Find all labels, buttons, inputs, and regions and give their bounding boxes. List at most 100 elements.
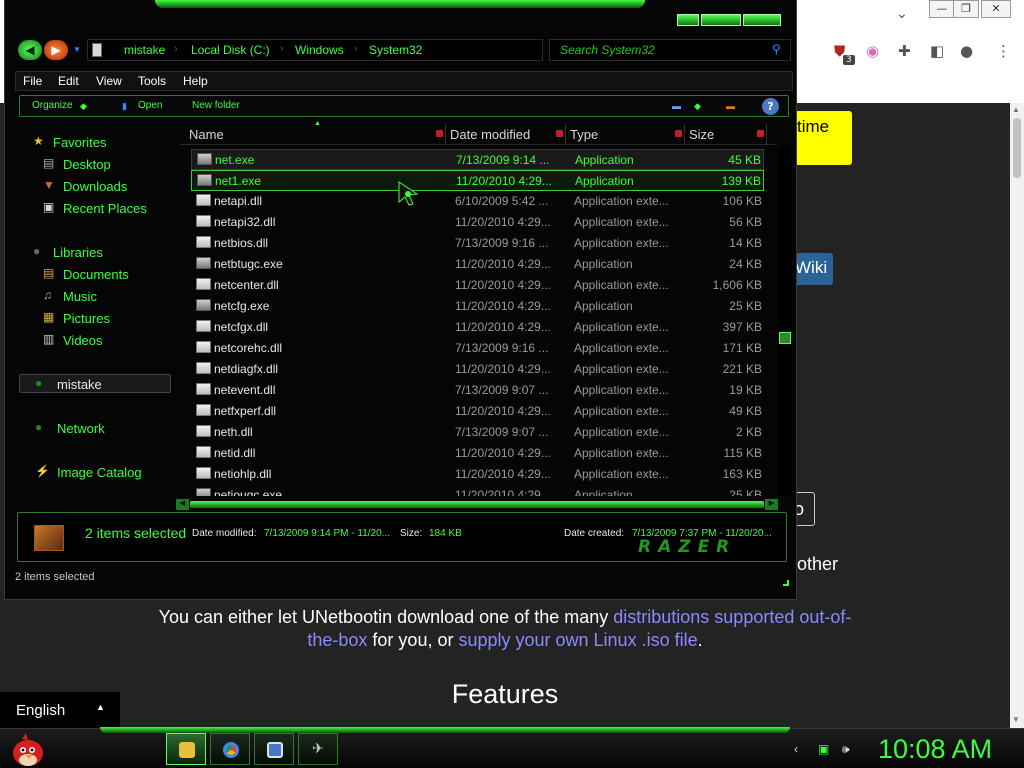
breadcrumb-mistake[interactable]: mistake xyxy=(124,43,165,57)
file-row[interactable]: netfxperf.dll 11/20/2010 4:29... Applicati… xyxy=(191,401,764,422)
explorer-minimize-button[interactable] xyxy=(677,14,699,26)
file-row[interactable]: neth.dll 7/13/2009 9:07 ... Application ex… xyxy=(191,422,764,443)
menu-help[interactable]: Help xyxy=(183,74,208,88)
column-name[interactable]: Name xyxy=(185,124,446,144)
file-row[interactable]: netevent.dll 7/13/2009 9:07 ... Applicatio… xyxy=(191,380,764,401)
language-selector[interactable]: English ▲ xyxy=(0,692,120,728)
menu-view[interactable]: View xyxy=(96,74,122,88)
recent-pages-dropdown-icon[interactable]: ▼ xyxy=(73,45,81,54)
resize-grip-icon[interactable] xyxy=(783,580,789,586)
file-row[interactable]: netdiagfx.dll 11/20/2010 4:29... Applicati… xyxy=(191,359,764,380)
nav-desktop[interactable]: Desktop xyxy=(63,157,111,172)
start-bird-icon[interactable] xyxy=(8,731,48,767)
breadcrumb-windows[interactable]: Windows xyxy=(295,43,344,57)
profile-icon[interactable]: ● xyxy=(960,42,973,60)
volume-icon[interactable]: 🕪 xyxy=(842,742,850,757)
nav-libraries[interactable]: Libraries xyxy=(53,245,103,260)
column-dropdown-icon[interactable] xyxy=(675,130,682,137)
column-dropdown-icon[interactable] xyxy=(757,130,764,137)
file-row[interactable]: netapi32.dll 11/20/2010 4:29... Applicatio… xyxy=(191,212,764,233)
taskbar-window-button[interactable] xyxy=(254,733,294,765)
page-scrollbar[interactable]: ▲ ▼ xyxy=(1010,103,1024,728)
tray-overflow-icon[interactable]: ‹ xyxy=(794,742,798,756)
maximize-button[interactable]: ❐ xyxy=(953,0,979,18)
explorer-close-button[interactable] xyxy=(743,14,781,26)
side-panel-icon[interactable]: ◧ xyxy=(930,42,944,60)
nav-pictures[interactable]: Pictures xyxy=(63,311,110,326)
vscroll-thumb[interactable] xyxy=(779,332,791,344)
back-arrow-icon[interactable]: ◀ xyxy=(18,40,42,60)
close-button[interactable]: ✕ xyxy=(981,0,1011,18)
kebab-menu-icon[interactable]: ⋮ xyxy=(996,42,1011,60)
file-row[interactable]: netcenter.dll 11/20/2010 4:29... Applicati… xyxy=(191,275,764,296)
nav-image-catalog[interactable]: Image Catalog xyxy=(57,465,142,480)
column-type[interactable]: Type xyxy=(566,124,685,144)
file-row[interactable]: netcfgx.dll 11/20/2010 4:29... Application… xyxy=(191,317,764,338)
new-folder-button[interactable]: New folder xyxy=(192,100,240,111)
column-dropdown-icon[interactable] xyxy=(556,130,563,137)
scroll-right-icon[interactable]: ▶ xyxy=(765,499,778,510)
taskbar-explorer-button[interactable] xyxy=(166,733,206,765)
minimize-button[interactable]: — xyxy=(929,0,955,18)
nav-network[interactable]: Network xyxy=(57,421,105,436)
search-icon[interactable]: ⚲ xyxy=(772,42,781,56)
help-icon[interactable]: ? xyxy=(762,98,779,115)
scroll-down-icon[interactable]: ▼ xyxy=(1012,715,1020,724)
file-row[interactable]: netbios.dll 7/13/2009 9:16 ... Application… xyxy=(191,233,764,254)
column-date-modified[interactable]: Date modified xyxy=(446,124,566,144)
menu-file[interactable]: File xyxy=(23,74,42,88)
organize-button[interactable]: Organize xyxy=(32,100,73,111)
scroll-left-icon[interactable]: ◀ xyxy=(176,499,189,510)
scrollbar-thumb[interactable] xyxy=(1013,118,1021,178)
file-row[interactable]: netiougc.exe 11/20/2010 4:29... Applicatio… xyxy=(191,485,764,496)
breadcrumb-system32[interactable]: System32 xyxy=(369,43,422,57)
nav-recent-places[interactable]: Recent Places xyxy=(63,201,147,216)
file-row[interactable]: netbtugc.exe 11/20/2010 4:29... Applicatio… xyxy=(191,254,764,275)
nav-music[interactable]: Music xyxy=(63,289,97,304)
dll-file-icon xyxy=(196,467,211,479)
nav-user[interactable]: mistake xyxy=(57,377,102,392)
breadcrumb-separator[interactable]: › xyxy=(354,43,358,55)
hscroll-thumb[interactable] xyxy=(190,501,764,508)
clock[interactable]: 10:08 AM xyxy=(878,734,992,765)
file-row[interactable]: net.exe 7/13/2009 9:14 ... Application 45 K… xyxy=(191,149,764,170)
breadcrumb-separator[interactable]: › xyxy=(174,43,178,55)
search-input[interactable]: Search System32 ⚲ xyxy=(549,39,791,61)
file-name: netcorehc.dll xyxy=(214,341,283,355)
network-tray-icon[interactable]: ▣ xyxy=(818,742,829,756)
file-row[interactable]: net1.exe 11/20/2010 4:29... Application 139… xyxy=(191,170,764,191)
iso-file-link[interactable]: supply your own Linux .iso file xyxy=(458,630,697,650)
explorer-maximize-button[interactable] xyxy=(701,14,741,26)
column-size[interactable]: Size xyxy=(685,124,767,144)
breadcrumb-separator[interactable]: › xyxy=(280,43,284,55)
file-row[interactable]: netcfg.exe 11/20/2010 4:29... Application 2… xyxy=(191,296,764,317)
file-row[interactable]: netapi.dll 6/10/2009 5:42 ... Application … xyxy=(191,191,764,212)
open-button[interactable]: Open xyxy=(138,100,162,111)
nav-documents[interactable]: Documents xyxy=(63,267,129,282)
puzzle-icon[interactable]: ✚ xyxy=(898,42,911,60)
file-row[interactable]: netid.dll 11/20/2010 4:29... Application e… xyxy=(191,443,764,464)
colorful-extension-icon[interactable]: ◉ xyxy=(866,42,879,60)
menu-edit[interactable]: Edit xyxy=(58,74,79,88)
organize-dropdown-icon[interactable]: ◆ xyxy=(80,101,87,112)
breadcrumb-local-disk[interactable]: Local Disk (C:) xyxy=(191,43,270,57)
tab-search-chevron-icon[interactable]: ⌄ xyxy=(896,6,908,22)
scroll-up-icon[interactable]: ▲ xyxy=(1012,105,1020,114)
view-options-icon[interactable]: ▬ xyxy=(672,101,681,111)
forward-arrow-icon[interactable]: ▶ xyxy=(44,40,68,60)
address-bar[interactable]: mistake › Local Disk (C:) › Windows › Sy… xyxy=(87,39,607,61)
nav-favorites[interactable]: Favorites xyxy=(53,135,106,150)
menu-tools[interactable]: Tools xyxy=(138,74,166,88)
taskbar-chrome-button[interactable] xyxy=(210,733,250,765)
preview-pane-icon[interactable]: ▬ xyxy=(726,101,735,111)
file-row[interactable]: netcorehc.dll 7/13/2009 9:16 ... Applicati… xyxy=(191,338,764,359)
column-dropdown-icon[interactable] xyxy=(436,130,443,137)
view-dropdown-icon[interactable]: ◆ xyxy=(694,101,701,112)
taskbar-pin-button[interactable]: ✈ xyxy=(298,733,338,765)
file-list-vscroll[interactable] xyxy=(778,146,792,496)
nav-videos[interactable]: Videos xyxy=(63,333,103,348)
file-list-hscroll[interactable]: ◀ ▶ xyxy=(175,498,779,511)
pictures-icon: ▦ xyxy=(43,310,55,324)
nav-downloads[interactable]: Downloads xyxy=(63,179,127,194)
file-row[interactable]: netiohlp.dll 11/20/2010 4:29... Applicatio… xyxy=(191,464,764,485)
